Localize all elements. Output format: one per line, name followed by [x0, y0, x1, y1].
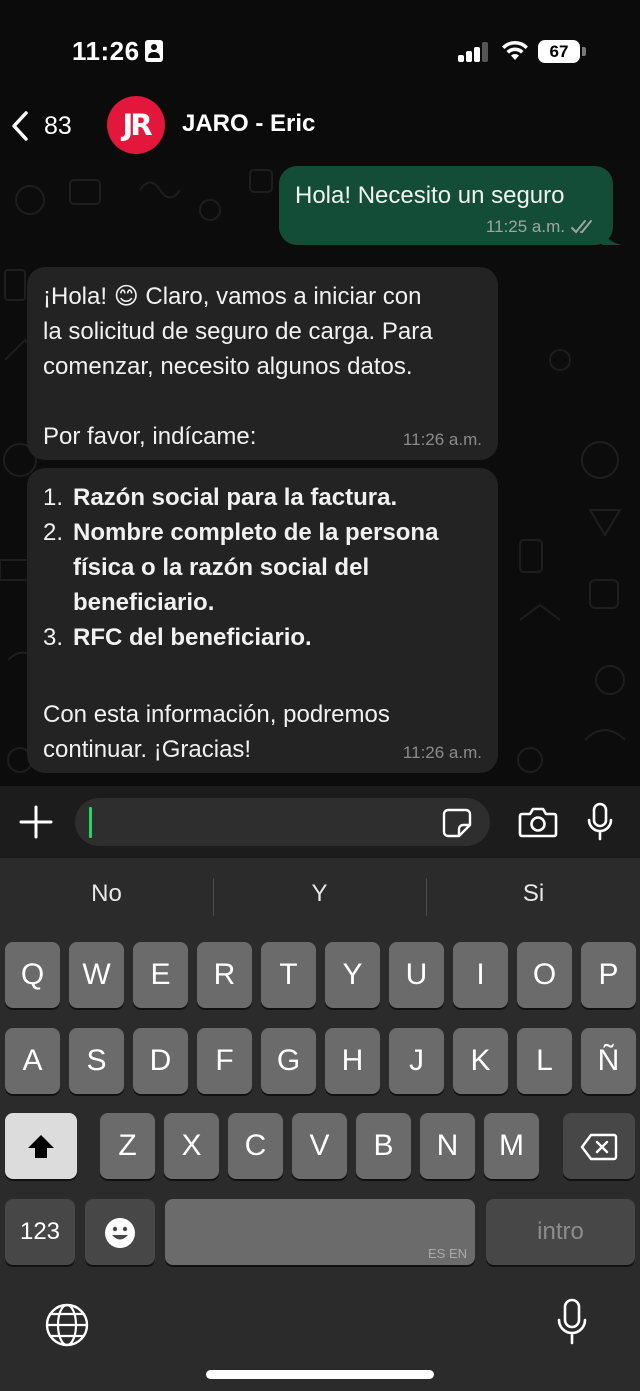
wifi-icon — [502, 40, 528, 60]
key[interactable]: R — [197, 942, 252, 1008]
emoji-icon — [105, 1218, 135, 1249]
list-number: 2. — [43, 519, 64, 546]
list-item: 3. RFC del beneficiario. — [43, 620, 482, 655]
key[interactable]: W — [69, 942, 124, 1008]
incoming-message[interactable]: ¡Hola! 😊 Claro, vamos a iniciar con la s… — [27, 267, 498, 460]
camera-icon[interactable] — [518, 806, 558, 838]
key[interactable]: J — [389, 1028, 444, 1094]
requirements-list: 1. Razón social para la factura. 2. Nomb… — [43, 480, 482, 655]
unread-count: 83 — [44, 111, 72, 140]
key[interactable]: H — [325, 1028, 380, 1094]
message-text: Hola! Necesito un seguro — [295, 182, 565, 209]
incoming-message[interactable]: 1. Razón social para la factura. 2. Nomb… — [27, 468, 498, 773]
key[interactable]: Ñ — [581, 1028, 636, 1094]
key[interactable]: U — [389, 942, 444, 1008]
status-bar: 11:26 67 — [0, 0, 640, 92]
back-button[interactable]: 83 — [10, 106, 90, 146]
key[interactable]: C — [228, 1113, 283, 1179]
status-time: 11:26 — [72, 36, 140, 66]
message-input[interactable] — [75, 798, 490, 846]
microphone-icon[interactable] — [586, 802, 614, 842]
return-key[interactable]: intro — [486, 1199, 635, 1265]
delete-key[interactable] — [563, 1113, 635, 1179]
contact-name[interactable]: JARO - Eric — [182, 110, 315, 138]
bubble-tail — [602, 227, 622, 245]
message-meta: 11:26 a.m. — [403, 743, 482, 763]
text-cursor — [89, 807, 92, 838]
message-time: 11:26 a.m. — [402, 430, 482, 449]
message-time: 11:25 a.m. — [485, 217, 565, 236]
key[interactable]: Y — [325, 942, 380, 1008]
key[interactable]: O — [517, 942, 572, 1008]
key[interactable]: S — [69, 1028, 124, 1094]
home-indicator — [206, 1370, 434, 1379]
space-key[interactable]: ES EN — [165, 1199, 475, 1265]
cellular-signal-icon — [458, 42, 490, 62]
message-text: ¡Hola! 😊 Claro, vamos a iniciar con la s… — [43, 283, 433, 450]
key[interactable]: D — [133, 1028, 188, 1094]
key[interactable]: P — [581, 942, 636, 1008]
backspace-icon — [580, 1133, 618, 1161]
emoji-key[interactable] — [85, 1199, 155, 1265]
dictation-mic-icon[interactable] — [556, 1298, 588, 1346]
battery-indicator: 67 — [538, 40, 580, 63]
message-time: 11:26 a.m. — [402, 743, 482, 762]
list-item: 2. Nombre completo de la persona física … — [43, 515, 482, 620]
keyboard: No Y Si Q W E R T Y U I O P A S D F G H … — [0, 858, 640, 1391]
sticker-icon[interactable] — [442, 808, 472, 838]
double-check-icon — [571, 220, 592, 234]
key[interactable]: X — [164, 1113, 219, 1179]
key[interactable]: M — [484, 1113, 539, 1179]
battery-tip — [582, 47, 586, 56]
suggestion-item[interactable]: Si — [427, 880, 640, 908]
chevron-left-icon — [12, 111, 28, 141]
key[interactable]: V — [292, 1113, 347, 1179]
key[interactable]: L — [517, 1028, 572, 1094]
globe-icon[interactable] — [44, 1302, 90, 1348]
numbers-key[interactable]: 123 — [5, 1199, 75, 1265]
suggestion-bar: No Y Si — [0, 858, 640, 938]
outgoing-message[interactable]: Hola! Necesito un seguro 11:25 a.m. — [279, 166, 622, 245]
plus-icon[interactable] — [18, 804, 54, 840]
key[interactable]: G — [261, 1028, 316, 1094]
suggestion-item[interactable]: No — [0, 880, 213, 908]
message-meta: 11:26 a.m. — [403, 430, 482, 450]
key[interactable]: A — [5, 1028, 60, 1094]
key[interactable]: Z — [100, 1113, 155, 1179]
space-language-label: ES EN — [427, 1246, 467, 1261]
list-number: 3. — [43, 624, 64, 651]
message-input-bar — [0, 786, 640, 858]
message-meta: 11:25 a.m. — [486, 217, 597, 237]
list-text: Razón social para la factura. — [73, 484, 398, 511]
shift-arrow-icon — [28, 1135, 54, 1159]
key[interactable]: E — [133, 942, 188, 1008]
list-text: RFC del beneficiario. — [73, 624, 312, 651]
chat-header: 83 JR JARO - Eric — [0, 92, 640, 160]
key[interactable]: T — [261, 942, 316, 1008]
key[interactable]: I — [453, 942, 508, 1008]
key[interactable]: Q — [5, 942, 60, 1008]
list-number: 1. — [43, 484, 64, 511]
contact-card-icon — [145, 40, 163, 62]
list-text: Nombre completo de la persona física o l… — [73, 519, 439, 616]
key[interactable]: F — [197, 1028, 252, 1094]
list-item: 1. Razón social para la factura. — [43, 480, 482, 515]
shift-key[interactable] — [5, 1113, 77, 1179]
key[interactable]: N — [420, 1113, 475, 1179]
contact-avatar[interactable]: JR — [107, 96, 165, 154]
key[interactable]: K — [453, 1028, 508, 1094]
chat-area[interactable]: Hola! Necesito un seguro 11:25 a.m. ¡Hol… — [0, 160, 640, 786]
key[interactable]: B — [356, 1113, 411, 1179]
suggestion-item[interactable]: Y — [213, 880, 426, 908]
